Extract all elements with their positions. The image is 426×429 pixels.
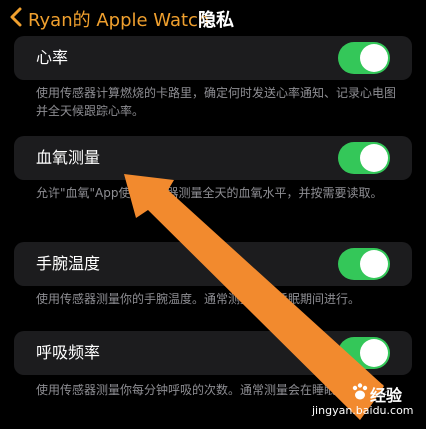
page-title: 隐私 <box>198 10 234 31</box>
toggle-knob <box>360 44 388 72</box>
setting-description: 使用传感器测量你的手腕温度。通常测量会在睡眠期间进行。 <box>36 292 361 306</box>
setting-row-wrist-temperature: 手腕温度 <box>14 242 412 286</box>
setting-label: 手腕温度 <box>36 254 101 273</box>
watermark-url: jingyan.baidu.com <box>312 404 414 417</box>
watermark: 经验 jingyan.baidu.com <box>312 382 422 426</box>
setting-label: 心率 <box>36 48 69 67</box>
respiratory-rate-toggle[interactable] <box>338 337 390 369</box>
setting-description: 允许"血氧"App使用传感器测量全天的血氧水平，并按需要读取。 <box>36 186 383 200</box>
toggle-knob <box>360 144 388 172</box>
watermark-brand: 经验 <box>370 386 403 405</box>
heart-rate-toggle[interactable] <box>338 42 390 74</box>
setting-row-blood-oxygen: 血氧测量 <box>14 136 412 180</box>
wrist-temperature-toggle[interactable] <box>338 248 390 280</box>
setting-row-heart-rate: 心率 <box>14 36 412 80</box>
setting-label: 血氧测量 <box>36 148 101 167</box>
toggle-knob <box>360 339 388 367</box>
blood-oxygen-toggle[interactable] <box>338 142 390 174</box>
back-button[interactable]: Ryan的 Apple Watch <box>28 6 209 32</box>
nav-bar: Ryan的 Apple Watch 隐私 <box>0 0 426 38</box>
setting-label: 呼吸频率 <box>36 343 101 362</box>
setting-row-respiratory-rate: 呼吸频率 <box>14 331 412 375</box>
paw-logo-icon <box>352 383 368 400</box>
chevron-left-icon[interactable] <box>6 5 26 29</box>
setting-description: 使用传感器计算燃烧的卡路里，确定何时发送心率通知、记录心电图并全天候跟踪心率。 <box>36 86 397 118</box>
toggle-knob <box>360 250 388 278</box>
